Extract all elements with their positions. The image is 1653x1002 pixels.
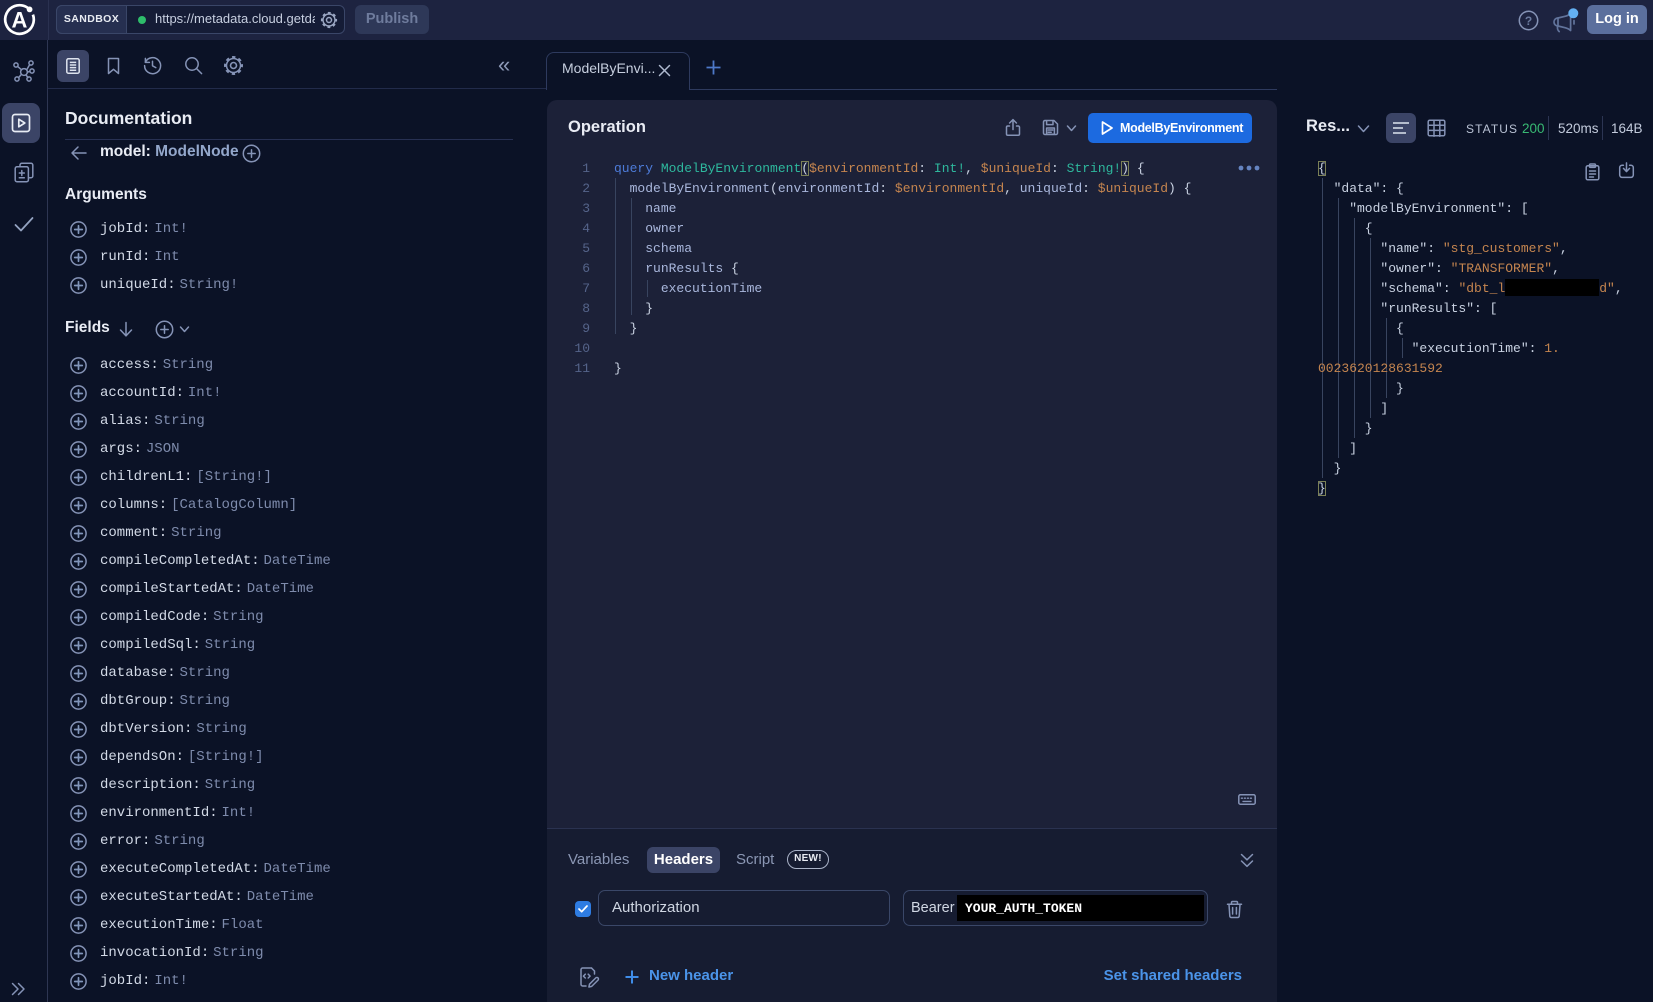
svg-text:A: A <box>12 8 28 33</box>
svg-text:?: ? <box>1525 14 1532 28</box>
